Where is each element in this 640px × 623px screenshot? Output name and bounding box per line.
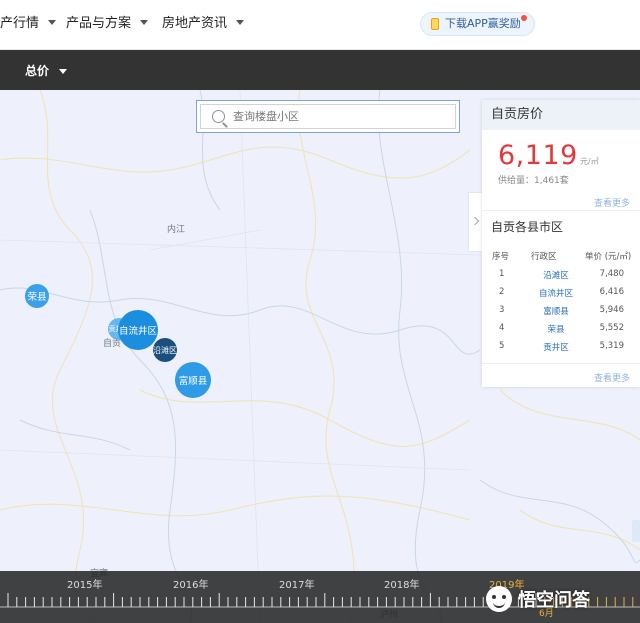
table-row[interactable]: 1 沿滩区 7,480: [482, 269, 640, 287]
timeline-year-2016[interactable]: 2016年: [173, 576, 208, 591]
search-icon: [212, 110, 225, 123]
row-district-link[interactable]: 贡井区: [526, 341, 586, 353]
row-index: 1: [499, 269, 505, 279]
bubble-rongxian[interactable]: 荣县: [25, 284, 49, 308]
total-price-label: 总价: [25, 64, 50, 78]
table-header-index: 序号: [492, 252, 510, 262]
row-district-link[interactable]: 富顺县: [526, 305, 586, 317]
price-panel: 自贡房价 6,119 元/㎡ 供给量：1,461套 查看更多 自贡各县市区 序号…: [482, 100, 640, 387]
row-district-link[interactable]: 自流井区: [526, 287, 586, 299]
price-unit: 元/㎡: [580, 157, 599, 166]
table-header-district: 行政区: [531, 252, 557, 262]
watermark-text: 悟空问答: [518, 590, 590, 611]
chevron-down-icon: [59, 69, 68, 74]
view-more-link[interactable]: 查看更多: [594, 196, 630, 209]
panel-collapse-button[interactable]: [468, 192, 482, 252]
chevron-down-icon: [236, 20, 245, 25]
row-price: 5,319: [599, 341, 624, 351]
average-price: 6,119: [498, 140, 578, 171]
timeline-year-2017[interactable]: 2017年: [279, 576, 314, 591]
filter-bar: 总价: [0, 50, 640, 90]
nav-item-news-label: 房地产资讯: [162, 16, 228, 31]
search-field: [200, 104, 456, 129]
panel-divider: [482, 363, 640, 364]
place-label-neijiang: 内江: [167, 225, 186, 235]
nav-item-market[interactable]: 产行情: [0, 12, 57, 31]
nav-item-market-label: 产行情: [0, 16, 40, 31]
nav-item-news[interactable]: 房地产资讯: [162, 12, 245, 31]
download-app-button[interactable]: 下载APP赢奖励: [420, 12, 535, 36]
bubble-rongxian-label: 荣县: [27, 292, 47, 303]
table-row[interactable]: 4 荣县 5,552: [482, 323, 640, 341]
nav-item-products-label: 产品与方案: [66, 16, 132, 31]
bubble-fushun-label: 富顺县: [178, 376, 208, 387]
row-index: 4: [499, 323, 505, 333]
timeline-year-2018[interactable]: 2018年: [384, 576, 419, 591]
search-box: [196, 100, 460, 133]
row-district-link[interactable]: 沿滩区: [526, 269, 586, 281]
bubble-yantan[interactable]: 沿滩区: [153, 338, 177, 362]
districts-title: 自贡各县市区: [491, 220, 564, 234]
view-more-link-districts[interactable]: 查看更多: [594, 371, 630, 384]
row-price: 5,946: [599, 305, 624, 315]
table-row[interactable]: 2 自流井区 6,416: [482, 287, 640, 305]
total-price-dropdown[interactable]: 总价: [25, 62, 68, 79]
row-price: 5,552: [599, 323, 624, 333]
panel-divider: [482, 210, 640, 211]
notification-dot: [521, 15, 527, 21]
chevron-down-icon: [48, 20, 57, 25]
phone-icon: [431, 18, 439, 30]
row-price: 6,416: [599, 287, 624, 297]
row-index: 3: [499, 305, 505, 315]
bubble-fushun[interactable]: 富顺县: [175, 362, 211, 398]
top-nav: 产行情 产品与方案 房地产资讯 下载APP赢奖励: [0, 0, 640, 50]
table-row[interactable]: 3 富顺县 5,946: [482, 305, 640, 323]
table-row[interactable]: 5 贡井区 5,319: [482, 341, 640, 359]
supply-count: 供给量：1,461套: [498, 176, 569, 186]
bubble-ziliujing[interactable]: 自流井区: [118, 310, 158, 350]
row-index: 2: [499, 287, 505, 297]
page-root: 产行情 产品与方案 房地产资讯 下载APP赢奖励 总价 内江 自贡 荣县 自流井…: [0, 0, 640, 623]
download-app-label: 下载APP赢奖励: [445, 17, 521, 30]
search-input[interactable]: [233, 105, 443, 128]
timeline-year-2015[interactable]: 2015年: [67, 576, 102, 591]
watermark: 悟空问答: [486, 582, 590, 616]
panel-title: 自贡房价: [482, 100, 640, 130]
bubble-ziliujing-label: 自流井区: [118, 326, 157, 337]
table-header-price: 单价 (元/㎡): [585, 252, 632, 262]
chevron-down-icon: [140, 20, 149, 25]
row-district-link[interactable]: 荣县: [526, 323, 586, 335]
nav-item-products[interactable]: 产品与方案: [66, 12, 149, 31]
row-index: 5: [499, 341, 505, 351]
bubble-yantan-label: 沿滩区: [153, 345, 177, 355]
wukong-logo-icon: [486, 586, 512, 612]
row-price: 7,480: [599, 269, 624, 279]
